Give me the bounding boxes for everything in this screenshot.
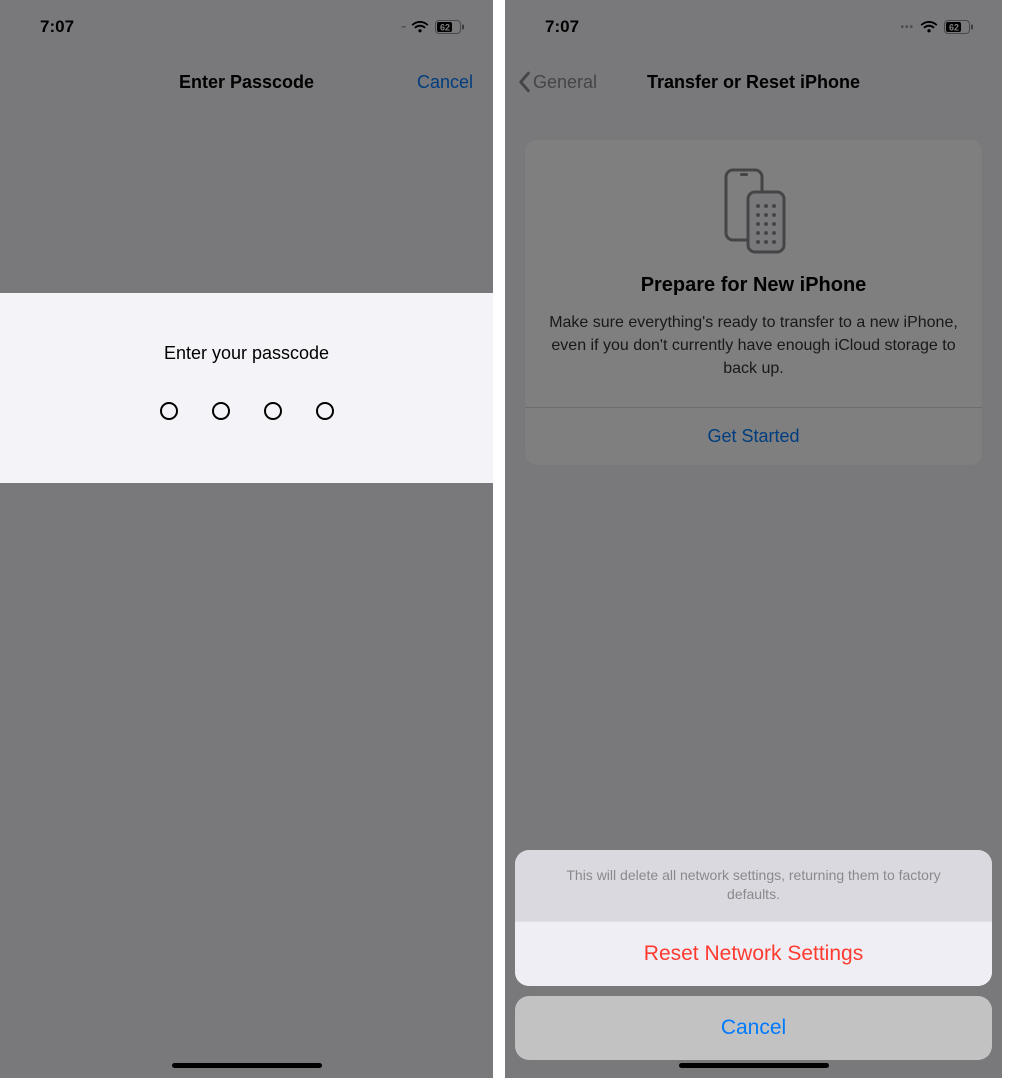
status-bar: 7:07 ••• 62	[505, 0, 1002, 54]
battery-icon: 62	[435, 20, 465, 34]
cancel-button[interactable]: Cancel	[417, 72, 473, 93]
svg-text:62: 62	[949, 23, 959, 33]
passcode-dots[interactable]	[160, 402, 334, 420]
nav-bar: Enter Passcode Cancel	[0, 54, 493, 110]
passcode-dot	[212, 402, 230, 420]
get-started-button[interactable]: Get Started	[545, 408, 962, 465]
battery-icon: 62	[944, 20, 974, 34]
action-sheet-group: This will delete all network settings, r…	[515, 850, 992, 986]
action-sheet-cancel-button[interactable]: Cancel	[515, 996, 992, 1060]
chevron-left-icon	[517, 71, 531, 93]
nav-bar: General Transfer or Reset iPhone	[505, 54, 1002, 110]
back-label: General	[533, 72, 597, 93]
status-right: ··· 62	[401, 20, 465, 34]
action-sheet-message: This will delete all network settings, r…	[515, 850, 992, 921]
passcode-label: Enter your passcode	[164, 343, 329, 364]
back-button[interactable]: General	[517, 71, 597, 93]
svg-text:62: 62	[440, 23, 450, 33]
status-time: 7:07	[40, 17, 74, 37]
passcode-dot	[160, 402, 178, 420]
reset-network-settings-button[interactable]: Reset Network Settings	[515, 921, 992, 986]
passcode-dot	[316, 402, 334, 420]
home-indicator[interactable]	[679, 1063, 829, 1068]
cellular-signal-icon: ···	[401, 22, 405, 33]
prepare-title: Prepare for New iPhone	[545, 274, 962, 297]
phone-screen-reset: 7:07 ••• 62 General Transfer or Reset iP…	[505, 0, 1002, 1078]
more-dots-icon: •••	[900, 22, 914, 33]
dim-overlay	[0, 0, 493, 1078]
passcode-dot	[264, 402, 282, 420]
status-time: 7:07	[545, 17, 579, 37]
wifi-icon	[920, 20, 938, 34]
status-bar: 7:07 ··· 62	[0, 0, 493, 54]
wifi-icon	[411, 20, 429, 34]
home-indicator[interactable]	[172, 1063, 322, 1068]
transfer-phones-icon	[714, 166, 794, 256]
prepare-card: Prepare for New iPhone Make sure everyth…	[525, 140, 982, 465]
phone-screen-passcode: 7:07 ··· 62 Enter Passcode Cancel Enter …	[0, 0, 497, 1078]
passcode-panel: Enter your passcode	[0, 293, 493, 483]
nav-title: Enter Passcode	[179, 72, 314, 93]
nav-title: Transfer or Reset iPhone	[647, 72, 860, 93]
status-right: ••• 62	[900, 20, 974, 34]
action-sheet: This will delete all network settings, r…	[515, 850, 992, 1060]
prepare-desc: Make sure everything's ready to transfer…	[545, 311, 962, 381]
